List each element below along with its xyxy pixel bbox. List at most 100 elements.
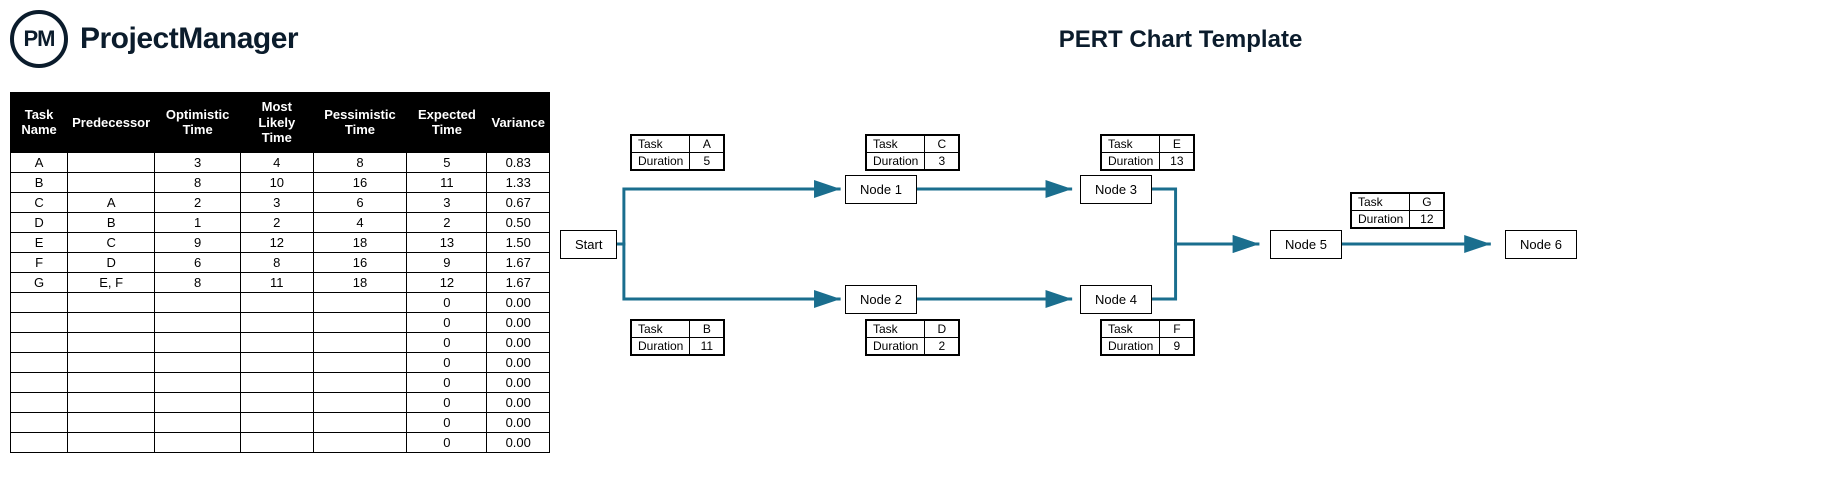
cell-var: 1.67 bbox=[487, 252, 550, 272]
task-info-f: TaskF Duration9 bbox=[1100, 319, 1195, 356]
table-row: A34850.83 bbox=[11, 152, 550, 172]
table-row: 00.00 bbox=[11, 292, 550, 312]
cell-pes: 6 bbox=[313, 192, 407, 212]
cell-opt: 6 bbox=[155, 252, 241, 272]
col-task-name: Task Name bbox=[11, 93, 68, 153]
cell-var: 0.00 bbox=[487, 392, 550, 412]
node-1: Node 1 bbox=[845, 175, 917, 204]
pert-diagram: Start Node 1 Node 2 Node 3 Node 4 Node 5… bbox=[550, 94, 1811, 454]
cell-pred bbox=[68, 392, 155, 412]
cell-pes: 4 bbox=[313, 212, 407, 232]
cell-exp: 11 bbox=[407, 172, 487, 192]
task-info-e: TaskE Duration13 bbox=[1100, 134, 1195, 171]
task-info-d: TaskD Duration2 bbox=[865, 319, 960, 356]
cell-pes bbox=[313, 352, 407, 372]
cell-exp: 0 bbox=[407, 392, 487, 412]
col-expected: Expected Time bbox=[407, 93, 487, 153]
cell-pred bbox=[68, 412, 155, 432]
cell-opt bbox=[155, 432, 241, 452]
cell-task bbox=[11, 432, 68, 452]
cell-opt: 8 bbox=[155, 272, 241, 292]
table-row: 00.00 bbox=[11, 332, 550, 352]
cell-pes: 18 bbox=[313, 232, 407, 252]
cell-exp: 0 bbox=[407, 372, 487, 392]
cell-opt bbox=[155, 412, 241, 432]
task-info-b: TaskB Duration11 bbox=[630, 319, 725, 356]
cell-opt: 3 bbox=[155, 152, 241, 172]
cell-pes bbox=[313, 332, 407, 352]
cell-exp: 0 bbox=[407, 312, 487, 332]
col-pessimistic: Pessimistic Time bbox=[313, 93, 407, 153]
cell-ml: 3 bbox=[241, 192, 314, 212]
cell-exp: 0 bbox=[407, 352, 487, 372]
node-start: Start bbox=[560, 230, 617, 259]
cell-pred bbox=[68, 332, 155, 352]
cell-exp: 13 bbox=[407, 232, 487, 252]
cell-pred bbox=[68, 312, 155, 332]
cell-pes: 8 bbox=[313, 152, 407, 172]
cell-var: 0.00 bbox=[487, 412, 550, 432]
col-predecessor: Predecessor bbox=[68, 93, 155, 153]
task-info-c: TaskC Duration3 bbox=[865, 134, 960, 171]
cell-task: E bbox=[11, 232, 68, 252]
cell-opt bbox=[155, 352, 241, 372]
page-title: PERT Chart Template bbox=[550, 26, 1811, 54]
table-row: FD681691.67 bbox=[11, 252, 550, 272]
cell-task bbox=[11, 352, 68, 372]
cell-ml bbox=[241, 332, 314, 352]
cell-pred: B bbox=[68, 212, 155, 232]
cell-pred: E, F bbox=[68, 272, 155, 292]
cell-ml bbox=[241, 392, 314, 412]
table-row: DB12420.50 bbox=[11, 212, 550, 232]
table-row: 00.00 bbox=[11, 352, 550, 372]
cell-task: F bbox=[11, 252, 68, 272]
cell-ml bbox=[241, 352, 314, 372]
cell-exp: 9 bbox=[407, 252, 487, 272]
cell-exp: 0 bbox=[407, 292, 487, 312]
cell-pes bbox=[313, 392, 407, 412]
cell-task bbox=[11, 292, 68, 312]
cell-opt bbox=[155, 332, 241, 352]
cell-opt bbox=[155, 372, 241, 392]
cell-opt: 8 bbox=[155, 172, 241, 192]
cell-var: 1.67 bbox=[487, 272, 550, 292]
table-row: 00.00 bbox=[11, 432, 550, 452]
cell-ml bbox=[241, 292, 314, 312]
table-row: B81016111.33 bbox=[11, 172, 550, 192]
logo-text: ProjectManager bbox=[80, 22, 298, 56]
cell-exp: 0 bbox=[407, 412, 487, 432]
cell-opt: 2 bbox=[155, 192, 241, 212]
cell-opt: 9 bbox=[155, 232, 241, 252]
cell-var: 0.00 bbox=[487, 372, 550, 392]
cell-exp: 12 bbox=[407, 272, 487, 292]
cell-pred: A bbox=[68, 192, 155, 212]
cell-var: 0.00 bbox=[487, 312, 550, 332]
cell-pes bbox=[313, 412, 407, 432]
cell-task bbox=[11, 332, 68, 352]
cell-ml bbox=[241, 372, 314, 392]
cell-var: 0.00 bbox=[487, 432, 550, 452]
cell-var: 1.50 bbox=[487, 232, 550, 252]
cell-ml: 8 bbox=[241, 252, 314, 272]
cell-pes bbox=[313, 292, 407, 312]
cell-ml: 4 bbox=[241, 152, 314, 172]
table-row: 00.00 bbox=[11, 392, 550, 412]
cell-pred: D bbox=[68, 252, 155, 272]
cell-pes: 16 bbox=[313, 172, 407, 192]
logo: PM ProjectManager bbox=[10, 10, 550, 68]
cell-exp: 3 bbox=[407, 192, 487, 212]
cell-task: G bbox=[11, 272, 68, 292]
col-variance: Variance bbox=[487, 93, 550, 153]
cell-exp: 0 bbox=[407, 432, 487, 452]
cell-pred bbox=[68, 292, 155, 312]
cell-pes bbox=[313, 432, 407, 452]
table-row: GE, F81118121.67 bbox=[11, 272, 550, 292]
cell-pred bbox=[68, 372, 155, 392]
cell-pes: 18 bbox=[313, 272, 407, 292]
cell-ml: 2 bbox=[241, 212, 314, 232]
cell-ml bbox=[241, 312, 314, 332]
col-optimistic: Optimistic Time bbox=[155, 93, 241, 153]
table-row: CA23630.67 bbox=[11, 192, 550, 212]
cell-pred bbox=[68, 172, 155, 192]
pert-table: Task Name Predecessor Optimistic Time Mo… bbox=[10, 92, 550, 453]
